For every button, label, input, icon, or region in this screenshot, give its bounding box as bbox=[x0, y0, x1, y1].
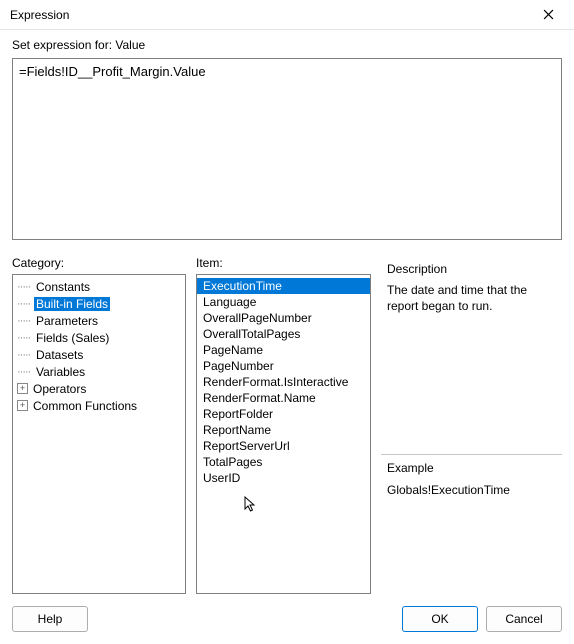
example-section: Example Globals!ExecutionTime bbox=[381, 454, 562, 594]
category-tree-item[interactable]: ·····Built-in Fields bbox=[13, 295, 185, 312]
description-section: Description The date and time that the r… bbox=[381, 256, 562, 316]
close-button[interactable] bbox=[528, 1, 568, 29]
category-item-label: Constants bbox=[34, 280, 92, 294]
tree-expander-icon[interactable]: + bbox=[17, 383, 28, 394]
category-item-label: Datasets bbox=[34, 348, 85, 362]
button-bar: Help OK Cancel bbox=[12, 606, 562, 632]
tree-leaf-icon: ····· bbox=[17, 315, 31, 327]
list-item[interactable]: RenderFormat.IsInteractive bbox=[197, 374, 370, 390]
item-label: Item: bbox=[196, 256, 371, 270]
list-item[interactable]: Language bbox=[197, 294, 370, 310]
category-tree-item[interactable]: ·····Variables bbox=[13, 363, 185, 380]
tree-leaf-icon: ····· bbox=[17, 281, 31, 293]
panels-row: Category: ·····Constants·····Built-in Fi… bbox=[12, 256, 562, 594]
item-list[interactable]: ExecutionTimeLanguageOverallPageNumberOv… bbox=[196, 274, 371, 594]
list-item[interactable]: ReportName bbox=[197, 422, 370, 438]
example-header: Example bbox=[387, 461, 560, 475]
dialog-content: Set expression for: Value Category: ····… bbox=[0, 30, 574, 644]
list-item[interactable]: UserID bbox=[197, 470, 370, 486]
item-column: Item: ExecutionTimeLanguageOverallPageNu… bbox=[196, 256, 371, 594]
category-tree-item[interactable]: ·····Constants bbox=[13, 278, 185, 295]
right-column: Description The date and time that the r… bbox=[381, 256, 562, 594]
expression-input[interactable] bbox=[12, 58, 562, 240]
category-item-label: Operators bbox=[31, 382, 88, 396]
ok-button[interactable]: OK bbox=[402, 606, 478, 632]
description-text: The date and time that the report began … bbox=[387, 282, 560, 314]
category-tree-item[interactable]: ·····Parameters bbox=[13, 312, 185, 329]
list-item[interactable]: OverallTotalPages bbox=[197, 326, 370, 342]
category-item-label: Variables bbox=[34, 365, 87, 379]
tree-leaf-icon: ····· bbox=[17, 349, 31, 361]
example-text: Globals!ExecutionTime bbox=[387, 483, 560, 497]
list-item[interactable]: RenderFormat.Name bbox=[197, 390, 370, 406]
list-item[interactable]: OverallPageNumber bbox=[197, 310, 370, 326]
set-expression-label: Set expression for: Value bbox=[12, 38, 562, 52]
list-item[interactable]: PageName bbox=[197, 342, 370, 358]
tree-leaf-icon: ····· bbox=[17, 366, 31, 378]
list-item[interactable]: ReportServerUrl bbox=[197, 438, 370, 454]
category-tree-item[interactable]: +Operators bbox=[13, 380, 185, 397]
category-tree-item[interactable]: ·····Fields (Sales) bbox=[13, 329, 185, 346]
tree-leaf-icon: ····· bbox=[17, 298, 31, 310]
window-title: Expression bbox=[10, 8, 69, 22]
description-header: Description bbox=[387, 262, 560, 276]
category-item-label: Built-in Fields bbox=[34, 297, 110, 311]
category-item-label: Parameters bbox=[34, 314, 100, 328]
tree-expander-icon[interactable]: + bbox=[17, 400, 28, 411]
list-item[interactable]: TotalPages bbox=[197, 454, 370, 470]
category-tree-item[interactable]: +Common Functions bbox=[13, 397, 185, 414]
list-item[interactable]: ReportFolder bbox=[197, 406, 370, 422]
category-item-label: Common Functions bbox=[31, 399, 139, 413]
category-item-label: Fields (Sales) bbox=[34, 331, 111, 345]
category-tree[interactable]: ·····Constants·····Built-in Fields·····P… bbox=[12, 274, 186, 594]
tree-leaf-icon: ····· bbox=[17, 332, 31, 344]
window-titlebar: Expression bbox=[0, 0, 574, 30]
list-item[interactable]: ExecutionTime bbox=[197, 278, 370, 294]
cancel-button[interactable]: Cancel bbox=[486, 606, 562, 632]
category-label: Category: bbox=[12, 256, 186, 270]
list-item[interactable]: PageNumber bbox=[197, 358, 370, 374]
close-icon bbox=[543, 9, 554, 20]
help-button[interactable]: Help bbox=[12, 606, 88, 632]
category-tree-item[interactable]: ·····Datasets bbox=[13, 346, 185, 363]
category-column: Category: ·····Constants·····Built-in Fi… bbox=[12, 256, 186, 594]
